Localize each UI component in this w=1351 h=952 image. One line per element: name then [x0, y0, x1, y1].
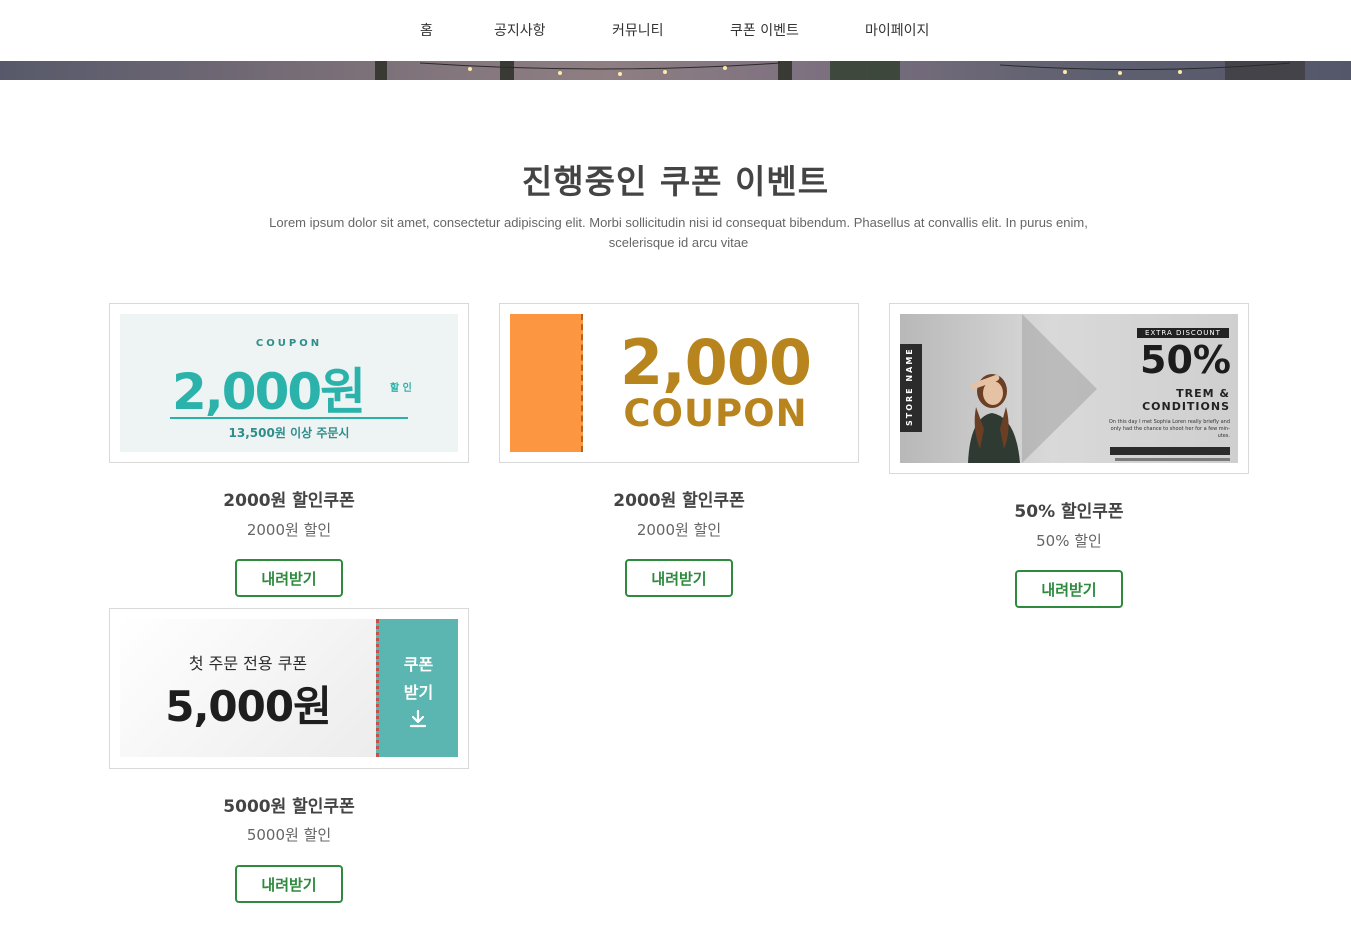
coupon-image-amount: 2,000 [619, 326, 812, 399]
coupon-image-headline: 첫 주문 전용 쿠폰 [188, 654, 308, 673]
coupon-image: COUPON 2,000원 할 인 13,500원 이상 주문시 [120, 314, 458, 452]
nav-mypage[interactable]: 마이페이지 [865, 20, 929, 40]
download-button[interactable]: 내려받기 [235, 865, 343, 903]
nav-community[interactable]: 커뮤니티 [612, 20, 664, 40]
coupon-image-amount: 5,000원 [165, 682, 332, 731]
coupon-image-word: COUPON [623, 392, 808, 435]
coupon-image-percent: 50% [1140, 338, 1231, 382]
coupon-image: 첫 주문 전용 쿠폰 5,000원 쿠폰 받기 [120, 619, 458, 757]
nav-coupon-event[interactable]: 쿠폰 이벤트 [730, 20, 799, 40]
extra-discount-tag: EXTRA DISCOUNT [1137, 328, 1229, 338]
nav-notice[interactable]: 공지사항 [494, 20, 546, 40]
store-name-label: STORE NAME [905, 347, 914, 426]
coupon-title: 50% 할인쿠폰 [1014, 502, 1124, 522]
coupon-subtitle: 2000원 할인 [246, 521, 332, 539]
coupon-image: STORE NAME EXTRA DISCOUNT 50% TREM & CON… [900, 314, 1238, 463]
coupon-image: 2,000 COUPON [510, 314, 848, 452]
terms-heading: TREM & CONDITIONS [1120, 387, 1230, 413]
coupon-image-frame: STORE NAME EXTRA DISCOUNT 50% TREM & CON… [889, 303, 1249, 474]
coupon-image-amount: 2,000원 [172, 363, 366, 421]
nav-home[interactable]: 홈 [420, 20, 433, 40]
coupon-image-frame: 2,000 COUPON [499, 303, 859, 463]
fine-print: On this day I met Sophia Loren really br… [1108, 419, 1230, 439]
top-navigation: 홈 공지사항 커뮤니티 쿠폰 이벤트 마이페이지 [0, 0, 1351, 61]
coupon-title: 2000원 할인쿠폰 [613, 491, 745, 511]
coupon-image-condition: 13,500원 이상 주문시 [228, 426, 350, 440]
tab-line: 쿠폰 [403, 655, 434, 674]
store-name-tab: STORE NAME [900, 344, 922, 432]
download-button[interactable]: 내려받기 [625, 559, 733, 597]
person-photo [968, 374, 1020, 463]
section-description: Lorem ipsum dolor sit amet, consectetur … [269, 215, 1088, 250]
section-title: 진행중인 쿠폰 이벤트 [521, 162, 830, 201]
arrow-shape [1022, 314, 1097, 463]
download-icon [409, 709, 427, 728]
terms-line: CONDITIONS [1142, 400, 1230, 413]
hero-banner-strip [0, 61, 1351, 80]
coupon-title: 2000원 할인쿠폰 [223, 491, 355, 511]
coupon-subtitle: 2000원 할인 [636, 521, 722, 539]
coupon-title: 5000원 할인쿠폰 [223, 797, 355, 817]
coupon-receive-text: 쿠폰 받기 [379, 651, 458, 707]
contact-bar [1115, 458, 1230, 461]
info-bar [1110, 447, 1230, 455]
coupon-subtitle: 50% 할인 [1036, 532, 1102, 550]
coupon-receive-tab: 쿠폰 받기 [376, 619, 458, 757]
terms-line: TREM & [1176, 387, 1230, 400]
coupon-subtitle: 5000원 할인 [246, 826, 332, 844]
coupon-stub [510, 314, 583, 452]
download-button[interactable]: 내려받기 [235, 559, 343, 597]
coupon-image-frame: 첫 주문 전용 쿠폰 5,000원 쿠폰 받기 [109, 608, 469, 769]
divider [170, 417, 408, 419]
coupon-image-label: COUPON [255, 338, 323, 349]
string-lights [419, 62, 1291, 76]
tab-line: 받기 [403, 683, 434, 702]
coupon-image-frame: COUPON 2,000원 할 인 13,500원 이상 주문시 [109, 303, 469, 463]
download-button[interactable]: 내려받기 [1015, 570, 1123, 608]
coupon-image-suffix: 할 인 [390, 383, 412, 394]
